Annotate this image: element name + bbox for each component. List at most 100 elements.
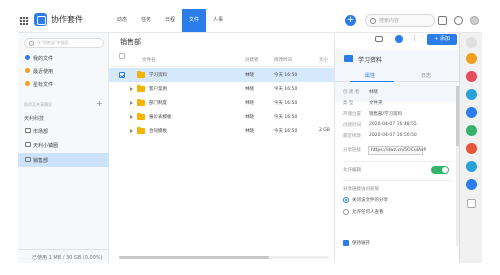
app-icon-red[interactable] — [466, 71, 477, 82]
bell-icon[interactable] — [466, 37, 477, 48]
expand-arrow-icon[interactable] — [130, 87, 133, 91]
detail-panel: ⋮ + 添加 学习资料 属性 日志 创 建 者 林晓 类 型 文件夹 存储位置 销售部… — [334, 33, 460, 263]
prop-value: 2020-04-07 16:48:55 — [369, 122, 417, 127]
tab-tasks[interactable]: 任务 — [134, 9, 158, 32]
clock-icon — [25, 68, 30, 73]
tab-files[interactable]: 文件 — [182, 9, 206, 32]
sidebar-item-label: 星标文件 — [33, 82, 54, 88]
column-header-size[interactable]: 大小 — [319, 57, 328, 63]
storage-usage: 已使用 1 MB / 30 GB (0.00%) — [18, 249, 109, 263]
prop-creator: 创 建 者 林晓 — [343, 89, 378, 95]
search-icon — [29, 41, 34, 46]
sidebar-item-label: 销售部 — [33, 158, 49, 164]
add-button[interactable]: + 添加 — [427, 34, 457, 45]
table-row[interactable]: 合同模板 林晓 今天 16:50 2 GB — [109, 124, 334, 138]
user-icon — [25, 55, 30, 60]
create-button[interactable]: + — [345, 15, 356, 26]
app-icon-green[interactable] — [466, 125, 477, 136]
keep-open-checkbox[interactable] — [343, 240, 349, 246]
avatar-icon[interactable] — [466, 53, 477, 64]
prop-label: 创建时间 — [343, 123, 361, 128]
sidebar-item-sales[interactable]: 销售部 — [18, 153, 109, 167]
top-bar: 协作套件 动态 任务 日程 文件 人事 + 搜索内容 — [18, 9, 482, 33]
prop-value: 林晓 — [369, 90, 378, 95]
app-icon-blue[interactable] — [466, 161, 477, 172]
expand-arrow-icon[interactable] — [130, 101, 133, 105]
prop-created: 创建时间 2020-04-07 16:48:55 — [343, 122, 417, 128]
sidebar-section-title: 投资及共享情况 — [24, 102, 52, 107]
sidebar-item-label: 我的文件 — [33, 56, 54, 62]
app-title: 协作套件 — [51, 15, 83, 24]
expand-arrow-icon[interactable] — [130, 129, 133, 133]
column-header-creator[interactable]: 创建者 — [245, 57, 259, 63]
radio-close-share[interactable] — [343, 197, 349, 203]
prop-value: 销售部/学习资料 — [369, 112, 403, 117]
table-row[interactable]: 学习资料 林晓 今天 16:50 — [109, 68, 334, 82]
file-creator: 林晓 — [245, 73, 254, 78]
folder-icon — [137, 71, 145, 78]
file-modified: 今天 16:50 — [274, 129, 298, 134]
radio-anyone-view[interactable] — [343, 209, 349, 215]
document-icon[interactable] — [438, 16, 447, 25]
sidebar-item-recent[interactable]: 最近使用 — [18, 65, 109, 77]
app-icon-cyan[interactable] — [466, 89, 477, 100]
star-icon — [25, 81, 30, 86]
search-placeholder: 搜索内容 — [379, 18, 400, 24]
app-window: 协作套件 动态 任务 日程 文件 人事 + 搜索内容 在"销售部"中搜索 我的文… — [0, 0, 500, 275]
table-header: 文件名 创建者 修改时间 大小 — [109, 53, 334, 67]
members-icon[interactable] — [375, 36, 383, 42]
team-folder-icon — [25, 142, 31, 147]
tab-hr[interactable]: 人事 — [206, 9, 230, 32]
help-icon[interactable] — [454, 16, 463, 25]
global-search-input[interactable]: 搜索内容 — [365, 14, 435, 27]
folder-icon — [137, 85, 145, 92]
select-all-checkbox[interactable] — [119, 53, 125, 59]
file-creator: 林晓 — [245, 87, 254, 92]
main-nav: 动态 任务 日程 文件 人事 — [110, 9, 230, 32]
apps-grid-icon[interactable] — [20, 17, 28, 25]
table-row[interactable]: 报价表模板 林晓 今天 16:50 — [109, 110, 334, 124]
table-row[interactable]: 部门制度 林晓 今天 16:50 — [109, 96, 334, 110]
horizontal-scrollbar[interactable] — [119, 256, 329, 259]
file-name: 学习资料 — [149, 73, 167, 78]
app-icon-strip — [459, 33, 482, 263]
file-name: 合同模板 — [149, 129, 167, 134]
sidebar-item-starred[interactable]: 星标文件 — [18, 78, 109, 90]
chat-icon[interactable] — [466, 107, 477, 118]
search-icon — [370, 18, 376, 24]
prop-label: 存储位置 — [343, 112, 361, 117]
file-list-panel: 销售部 文件名 创建者 修改时间 大小 学习资料 林晓 今天 16:50 客户案… — [109, 33, 334, 263]
sidebar-item-label: 市场部 — [33, 129, 49, 135]
divider — [343, 161, 453, 162]
column-header-modified[interactable]: 修改时间 — [274, 57, 292, 63]
sidebar-item-my-files[interactable]: 我的文件 — [18, 52, 109, 64]
add-app-icon[interactable] — [467, 199, 476, 208]
info-icon[interactable] — [395, 35, 403, 43]
sidebar-search-input[interactable]: 在"销售部"中搜索 — [24, 38, 104, 48]
calendar-icon[interactable] — [466, 143, 477, 154]
tab-feed[interactable]: 动态 — [110, 9, 134, 32]
divider — [343, 180, 453, 181]
table-row[interactable]: 客户案例 林晓 今天 16:50 — [109, 82, 334, 96]
avatar[interactable] — [470, 16, 479, 25]
tab-log[interactable]: 日志 — [421, 72, 431, 79]
column-header-name[interactable]: 文件名 — [142, 57, 156, 63]
prop-label: 类 型 — [343, 101, 354, 106]
share-link-field[interactable]: https://dwz.cn/5OCuIAvP — [368, 146, 426, 155]
more-icon[interactable]: ⋮ — [411, 35, 418, 42]
team-folder-icon — [25, 128, 31, 133]
allow-edit-toggle[interactable] — [431, 166, 449, 174]
permission-title: 分享链接访问权限 — [343, 187, 379, 192]
tab-calendar[interactable]: 日程 — [158, 9, 182, 32]
file-creator: 林晓 — [245, 115, 254, 120]
file-modified: 今天 16:50 — [274, 115, 298, 120]
org-name[interactable]: 天利科技 — [24, 115, 44, 122]
drive-icon[interactable] — [466, 179, 477, 190]
keep-open-label: 保持展开 — [352, 241, 370, 246]
tab-properties[interactable]: 属性 — [365, 72, 375, 79]
add-space-button[interactable]: + — [96, 99, 103, 108]
sidebar-item-market[interactable]: 市场部 — [18, 125, 109, 137]
row-checkbox[interactable] — [119, 72, 125, 78]
sidebar-item-town[interactable]: 天利小镇圈 — [18, 139, 109, 151]
expand-arrow-icon[interactable] — [130, 115, 133, 119]
